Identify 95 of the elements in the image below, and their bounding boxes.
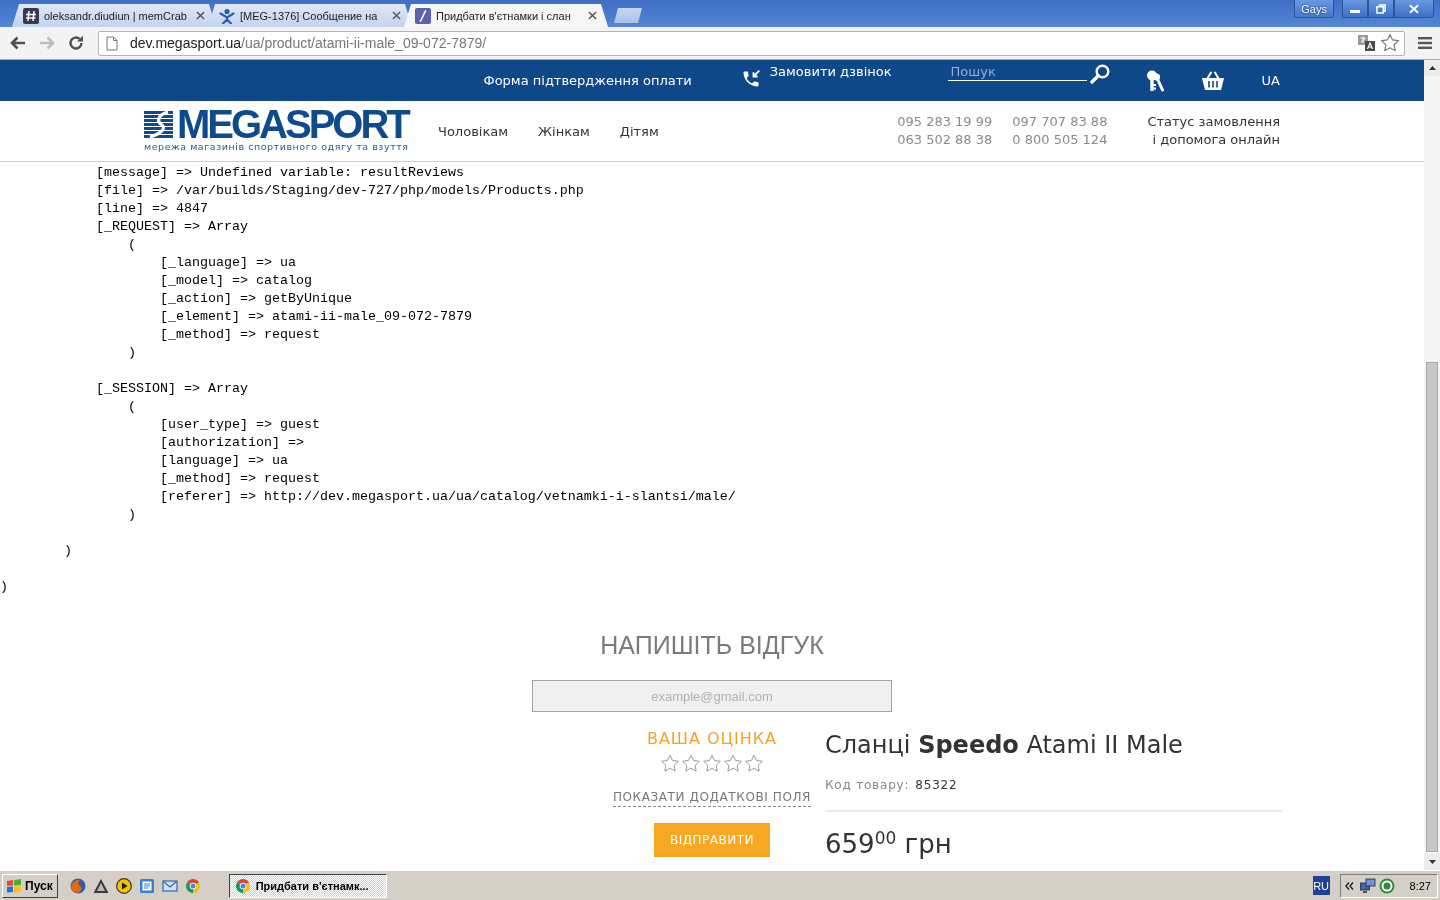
logo-wordmark[interactable]: MEGASPORT (177, 109, 408, 139)
nav-link[interactable]: Жінкам (538, 123, 590, 139)
debug-line: ) (0, 578, 8, 596)
scroll-up-button[interactable] (1424, 60, 1440, 76)
debug-line: [language] => ua (159, 452, 288, 470)
debug-line: [_element] => atami-ii-male_09-072-7879 (159, 308, 472, 326)
tricolor-circle-icon[interactable] (184, 877, 201, 894)
minimize-button[interactable] (1342, 0, 1368, 18)
profile-button[interactable]: Gays (1294, 0, 1334, 18)
search-field[interactable]: Пошук (947, 62, 1087, 81)
scroll-down-button[interactable] (1424, 854, 1440, 870)
menu-icon[interactable] (1418, 37, 1432, 49)
debug-line: ) (64, 542, 72, 560)
product-code-label: Код товару: (825, 777, 910, 794)
product-code: 85322 (915, 777, 958, 794)
review-heading: НАПИШІТЬ ВІДГУК (600, 630, 824, 660)
payment-form-link[interactable]: Форма підтвердження оплати (483, 73, 692, 88)
search-icon[interactable] (1089, 64, 1110, 84)
debug-line: ) (127, 344, 136, 362)
more-fields-link[interactable]: ПОКАЗАТИ ДОДАТКОВІ ПОЛЯ (612, 788, 812, 807)
close-icon[interactable] (588, 11, 597, 20)
translate-icon[interactable] (1358, 35, 1375, 51)
browser-tab[interactable]: Придбати в'єтнамки і слан (404, 4, 608, 27)
phone-number: 063 502 88 38 (897, 131, 993, 149)
phone-number: 0 800 505 124 (1012, 131, 1108, 149)
star-icon[interactable] (723, 754, 743, 774)
star-icon[interactable] (702, 754, 722, 774)
nav-link[interactable]: Дітям (619, 123, 659, 139)
tricolor-circle-icon (234, 877, 251, 894)
close-icon[interactable] (392, 11, 401, 20)
close-icon[interactable] (196, 11, 205, 20)
rating-label: ВАША ОЦІНКА (646, 728, 778, 750)
debug-line: ( (127, 236, 136, 254)
debug-line: [user_type] => guest (159, 416, 320, 434)
hash-icon (23, 7, 39, 24)
debug-line: [message] => Undefined variable: resultReviews (95, 164, 464, 182)
logo-tagline: мережа магазинів спортивного одягу та взуття (144, 141, 409, 153)
down-triangle-icon (1428, 860, 1436, 864)
back-arrow-icon[interactable] (9, 34, 27, 52)
phone-number: 095 283 19 99 (897, 113, 993, 131)
envelope-icon[interactable] (161, 877, 178, 894)
monitor-icon[interactable] (1359, 877, 1376, 894)
debug-line: [authorization] => (159, 434, 304, 452)
debug-line: [_SESSION] => Array (95, 380, 248, 398)
debug-line: [_REQUEST] => Array (95, 218, 248, 236)
flag-icon (6, 878, 22, 893)
address-field[interactable]: dev.megasport.ua/ua/product/atami-ii-male_09-072-7879/ (98, 30, 1405, 56)
email-field[interactable]: example@gmail.com (532, 680, 892, 712)
play-icon[interactable] (115, 877, 132, 894)
scroll-thumb[interactable] (1426, 362, 1438, 852)
basket-icon[interactable] (1200, 70, 1225, 91)
start-button[interactable]: Пуск (2, 873, 58, 898)
product-title: Сланці Speedo Atami II Male (825, 730, 1183, 761)
debug-line: [_method] => request (159, 326, 320, 344)
chevron-icon[interactable] (1344, 881, 1354, 890)
star-icon[interactable] (660, 754, 680, 774)
taskbar-task[interactable]: Придбати в'єтнамк... (228, 873, 387, 898)
star-icon[interactable] (744, 754, 764, 774)
close-window-button[interactable] (1394, 0, 1434, 18)
reload-icon[interactable] (67, 34, 85, 52)
star-icon[interactable] (681, 754, 701, 774)
debug-line: [line] => 4847 (95, 200, 208, 218)
debug-line: [file] => /var/builds/Staging/dev-727/php/models/Products.php (95, 182, 584, 200)
debug-line: [_action] => getByUnique (159, 290, 352, 308)
language-link[interactable]: UA (1261, 73, 1280, 88)
page-icon (106, 35, 118, 51)
new-tab-button[interactable] (614, 8, 642, 23)
debug-line: ) (127, 506, 136, 524)
nav-link[interactable]: Чоловікам (438, 123, 509, 139)
debug-line: [_language] => ua (159, 254, 296, 272)
debug-line: [_model] => catalog (159, 272, 312, 290)
support-link[interactable]: Статус замовлення і допомога онлайн (1147, 113, 1280, 149)
phone-number: 097 707 83 88 (1012, 113, 1108, 131)
debug-line: [_method] => request (159, 470, 320, 488)
restore-icon (1376, 3, 1386, 14)
globe-icon[interactable] (69, 877, 86, 894)
bookmark-star-icon[interactable] (1380, 33, 1400, 53)
keyboard-language-indicator[interactable]: RU (1312, 876, 1330, 895)
document-icon[interactable] (138, 877, 155, 894)
debug-line: [referer] => http://dev.megasport.ua/ua/catalog/vetnamki-i-slantsi/male/ (159, 488, 736, 506)
debug-line: ( (127, 398, 136, 416)
star-rating[interactable] (660, 754, 764, 774)
callback-link[interactable]: Замовити дзвінок (740, 64, 892, 89)
ring-icon[interactable] (1378, 877, 1395, 894)
figure-icon (219, 7, 235, 24)
minimize-icon (1350, 10, 1360, 13)
product-price: 659$^{00}$ грн (825, 828, 952, 860)
restore-button[interactable] (1368, 0, 1394, 18)
up-triangle-icon (1428, 66, 1436, 70)
slash-icon (415, 7, 431, 24)
logo-icon[interactable] (144, 110, 173, 138)
close-icon (1409, 3, 1419, 14)
triangle-icon[interactable] (92, 877, 109, 894)
clock: 8:27 (1409, 879, 1431, 892)
keys-icon[interactable] (1145, 69, 1164, 92)
